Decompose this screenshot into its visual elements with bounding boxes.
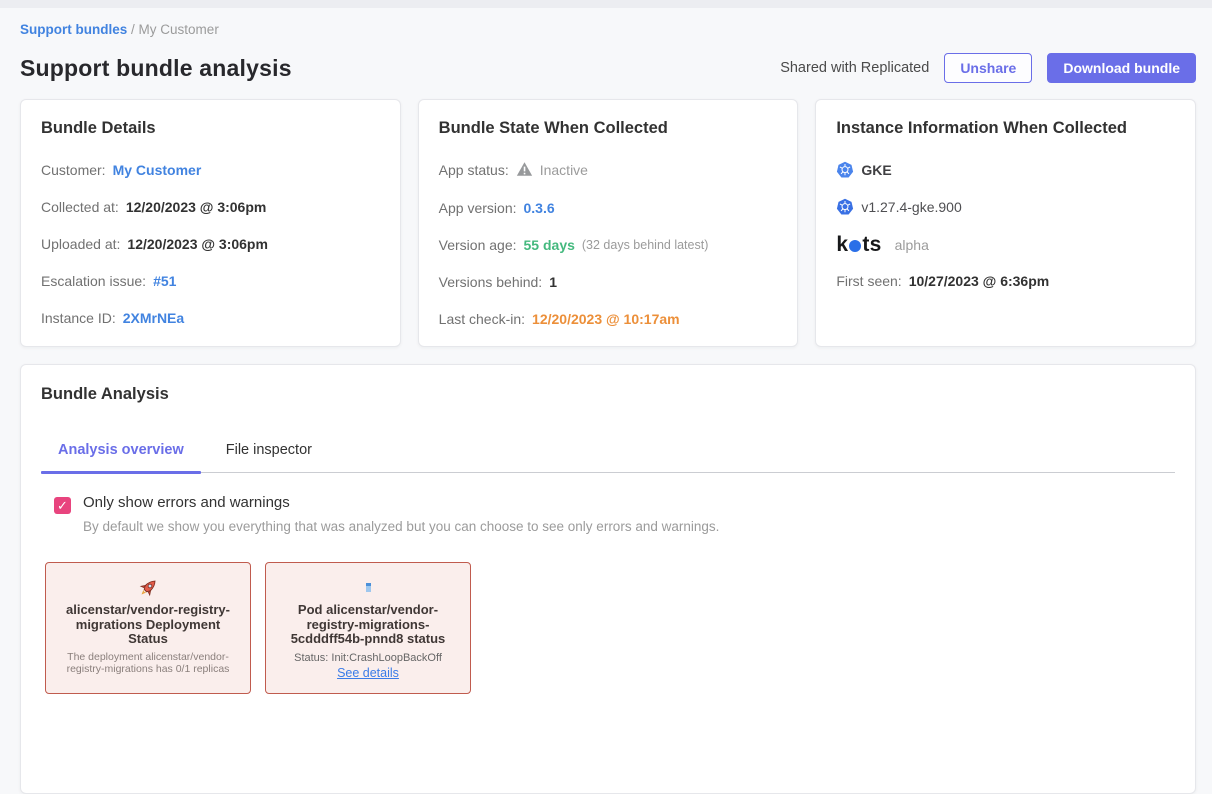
bundle-analysis-card: Bundle Analysis Analysis overview File i… bbox=[20, 364, 1196, 794]
rocket-icon bbox=[55, 576, 241, 598]
k8s-version-value: v1.27.4-gke.900 bbox=[861, 199, 961, 215]
version-age-value: 55 days bbox=[524, 237, 575, 253]
page-header: Support bundles / My Customer Support bu… bbox=[0, 8, 1212, 83]
last-checkin-row: Last check-in: 12/20/2023 @ 10:17am bbox=[439, 310, 778, 327]
instance-id-label: Instance ID: bbox=[41, 310, 116, 326]
app-version-label: App version: bbox=[439, 200, 517, 216]
analysis-results: alicenstar/vendor-registry-migrations De… bbox=[45, 562, 1175, 694]
instance-info-title: Instance Information When Collected bbox=[836, 119, 1175, 138]
versions-behind-row: Versions behind: 1 bbox=[439, 273, 778, 290]
breadcrumb-current: My Customer bbox=[139, 22, 219, 37]
app-version-row: App version: 0.3.6 bbox=[439, 199, 778, 216]
k8s-version-row: v1.27.4-gke.900 bbox=[836, 198, 1175, 216]
breadcrumb-separator: / bbox=[131, 22, 139, 37]
bundle-details-card: Bundle Details Customer: My Customer Col… bbox=[20, 99, 401, 347]
version-age-note: (32 days behind latest) bbox=[582, 238, 708, 252]
broken-image-icon bbox=[275, 576, 461, 598]
breadcrumb-support-bundles-link[interactable]: Support bundles bbox=[20, 22, 127, 37]
tab-file-inspector[interactable]: File inspector bbox=[209, 434, 329, 472]
unshare-button[interactable]: Unshare bbox=[944, 53, 1032, 83]
last-checkin-value: 12/20/2023 @ 10:17am bbox=[532, 311, 680, 327]
see-details-link[interactable]: See details bbox=[337, 666, 399, 680]
app-version-link[interactable]: 0.3.6 bbox=[524, 200, 555, 216]
first-seen-label: First seen: bbox=[836, 273, 901, 289]
customer-link[interactable]: My Customer bbox=[113, 162, 202, 178]
analysis-result-status: Status: Init:CrashLoopBackOff bbox=[275, 652, 461, 664]
bundle-state-card: Bundle State When Collected App status: … bbox=[418, 99, 799, 347]
kots-logo: kts bbox=[836, 234, 881, 255]
version-age-row: Version age: 55 days (32 days behind lat… bbox=[439, 236, 778, 253]
first-seen-value: 10/27/2023 @ 6:36pm bbox=[909, 273, 1050, 289]
summary-cards-row: Bundle Details Customer: My Customer Col… bbox=[0, 99, 1212, 347]
escalation-issue-link[interactable]: #51 bbox=[153, 273, 176, 289]
analysis-tabbar: Analysis overview File inspector bbox=[41, 434, 1175, 473]
uploaded-at-value: 12/20/2023 @ 3:06pm bbox=[127, 236, 268, 252]
collected-at-row: Collected at: 12/20/2023 @ 3:06pm bbox=[41, 198, 380, 215]
analysis-result-message: The deployment alicenstar/vendor-registr… bbox=[55, 651, 241, 677]
first-seen-row: First seen: 10/27/2023 @ 6:36pm bbox=[836, 272, 1175, 289]
kots-logo-o-icon bbox=[849, 240, 861, 252]
distribution-value: GKE bbox=[861, 162, 891, 178]
kots-row: kts alpha bbox=[836, 234, 1175, 255]
versions-behind-label: Versions behind: bbox=[439, 274, 543, 290]
app-status-row: App status: Inactive bbox=[439, 161, 778, 179]
analysis-card-pod-status[interactable]: Pod alicenstar/vendor-registry-migration… bbox=[265, 562, 471, 694]
bundle-analysis-title: Bundle Analysis bbox=[41, 385, 1175, 404]
download-bundle-button[interactable]: Download bundle bbox=[1047, 53, 1196, 83]
share-controls: Shared with Replicated Unshare Download … bbox=[780, 53, 1196, 83]
escalation-issue-label: Escalation issue: bbox=[41, 273, 146, 289]
collected-at-label: Collected at: bbox=[41, 199, 119, 215]
shared-status-text: Shared with Replicated bbox=[780, 60, 929, 76]
instance-id-link[interactable]: 2XMrNEa bbox=[123, 310, 184, 326]
escalation-issue-row: Escalation issue: #51 bbox=[41, 272, 380, 289]
analysis-result-title: alicenstar/vendor-registry-migrations De… bbox=[55, 603, 241, 647]
warning-triangle-icon bbox=[516, 161, 533, 179]
distribution-row: GKE bbox=[836, 161, 1175, 179]
collected-at-value: 12/20/2023 @ 3:06pm bbox=[126, 199, 267, 215]
kubernetes-icon bbox=[836, 161, 854, 179]
filter-description: By default we show you everything that w… bbox=[83, 519, 719, 534]
instance-id-row: Instance ID: 2XMrNEa bbox=[41, 309, 380, 326]
page-title: Support bundle analysis bbox=[20, 55, 292, 82]
uploaded-at-label: Uploaded at: bbox=[41, 236, 120, 252]
customer-row: Customer: My Customer bbox=[41, 161, 380, 178]
customer-label: Customer: bbox=[41, 162, 106, 178]
instance-info-card: Instance Information When Collected GKE bbox=[815, 99, 1196, 347]
tab-analysis-overview[interactable]: Analysis overview bbox=[41, 434, 201, 472]
uploaded-at-row: Uploaded at: 12/20/2023 @ 3:06pm bbox=[41, 235, 380, 252]
versions-behind-value: 1 bbox=[549, 274, 557, 290]
version-age-label: Version age: bbox=[439, 237, 517, 253]
only-errors-checkbox[interactable]: ✓ bbox=[54, 497, 71, 514]
breadcrumb: Support bundles / My Customer bbox=[20, 22, 1196, 37]
top-strip bbox=[0, 0, 1212, 8]
bundle-state-title: Bundle State When Collected bbox=[439, 119, 778, 138]
last-checkin-label: Last check-in: bbox=[439, 311, 525, 327]
bundle-details-title: Bundle Details bbox=[41, 119, 380, 138]
errors-warnings-filter: ✓ Only show errors and warnings By defau… bbox=[54, 494, 1175, 534]
kubernetes-icon bbox=[836, 198, 854, 216]
app-status-value: Inactive bbox=[540, 162, 588, 178]
analysis-card-deployment-status[interactable]: alicenstar/vendor-registry-migrations De… bbox=[45, 562, 251, 694]
kots-channel: alpha bbox=[895, 237, 929, 253]
analysis-result-title: Pod alicenstar/vendor-registry-migration… bbox=[275, 603, 461, 647]
app-status-label: App status: bbox=[439, 162, 509, 178]
filter-label[interactable]: Only show errors and warnings bbox=[83, 494, 719, 511]
